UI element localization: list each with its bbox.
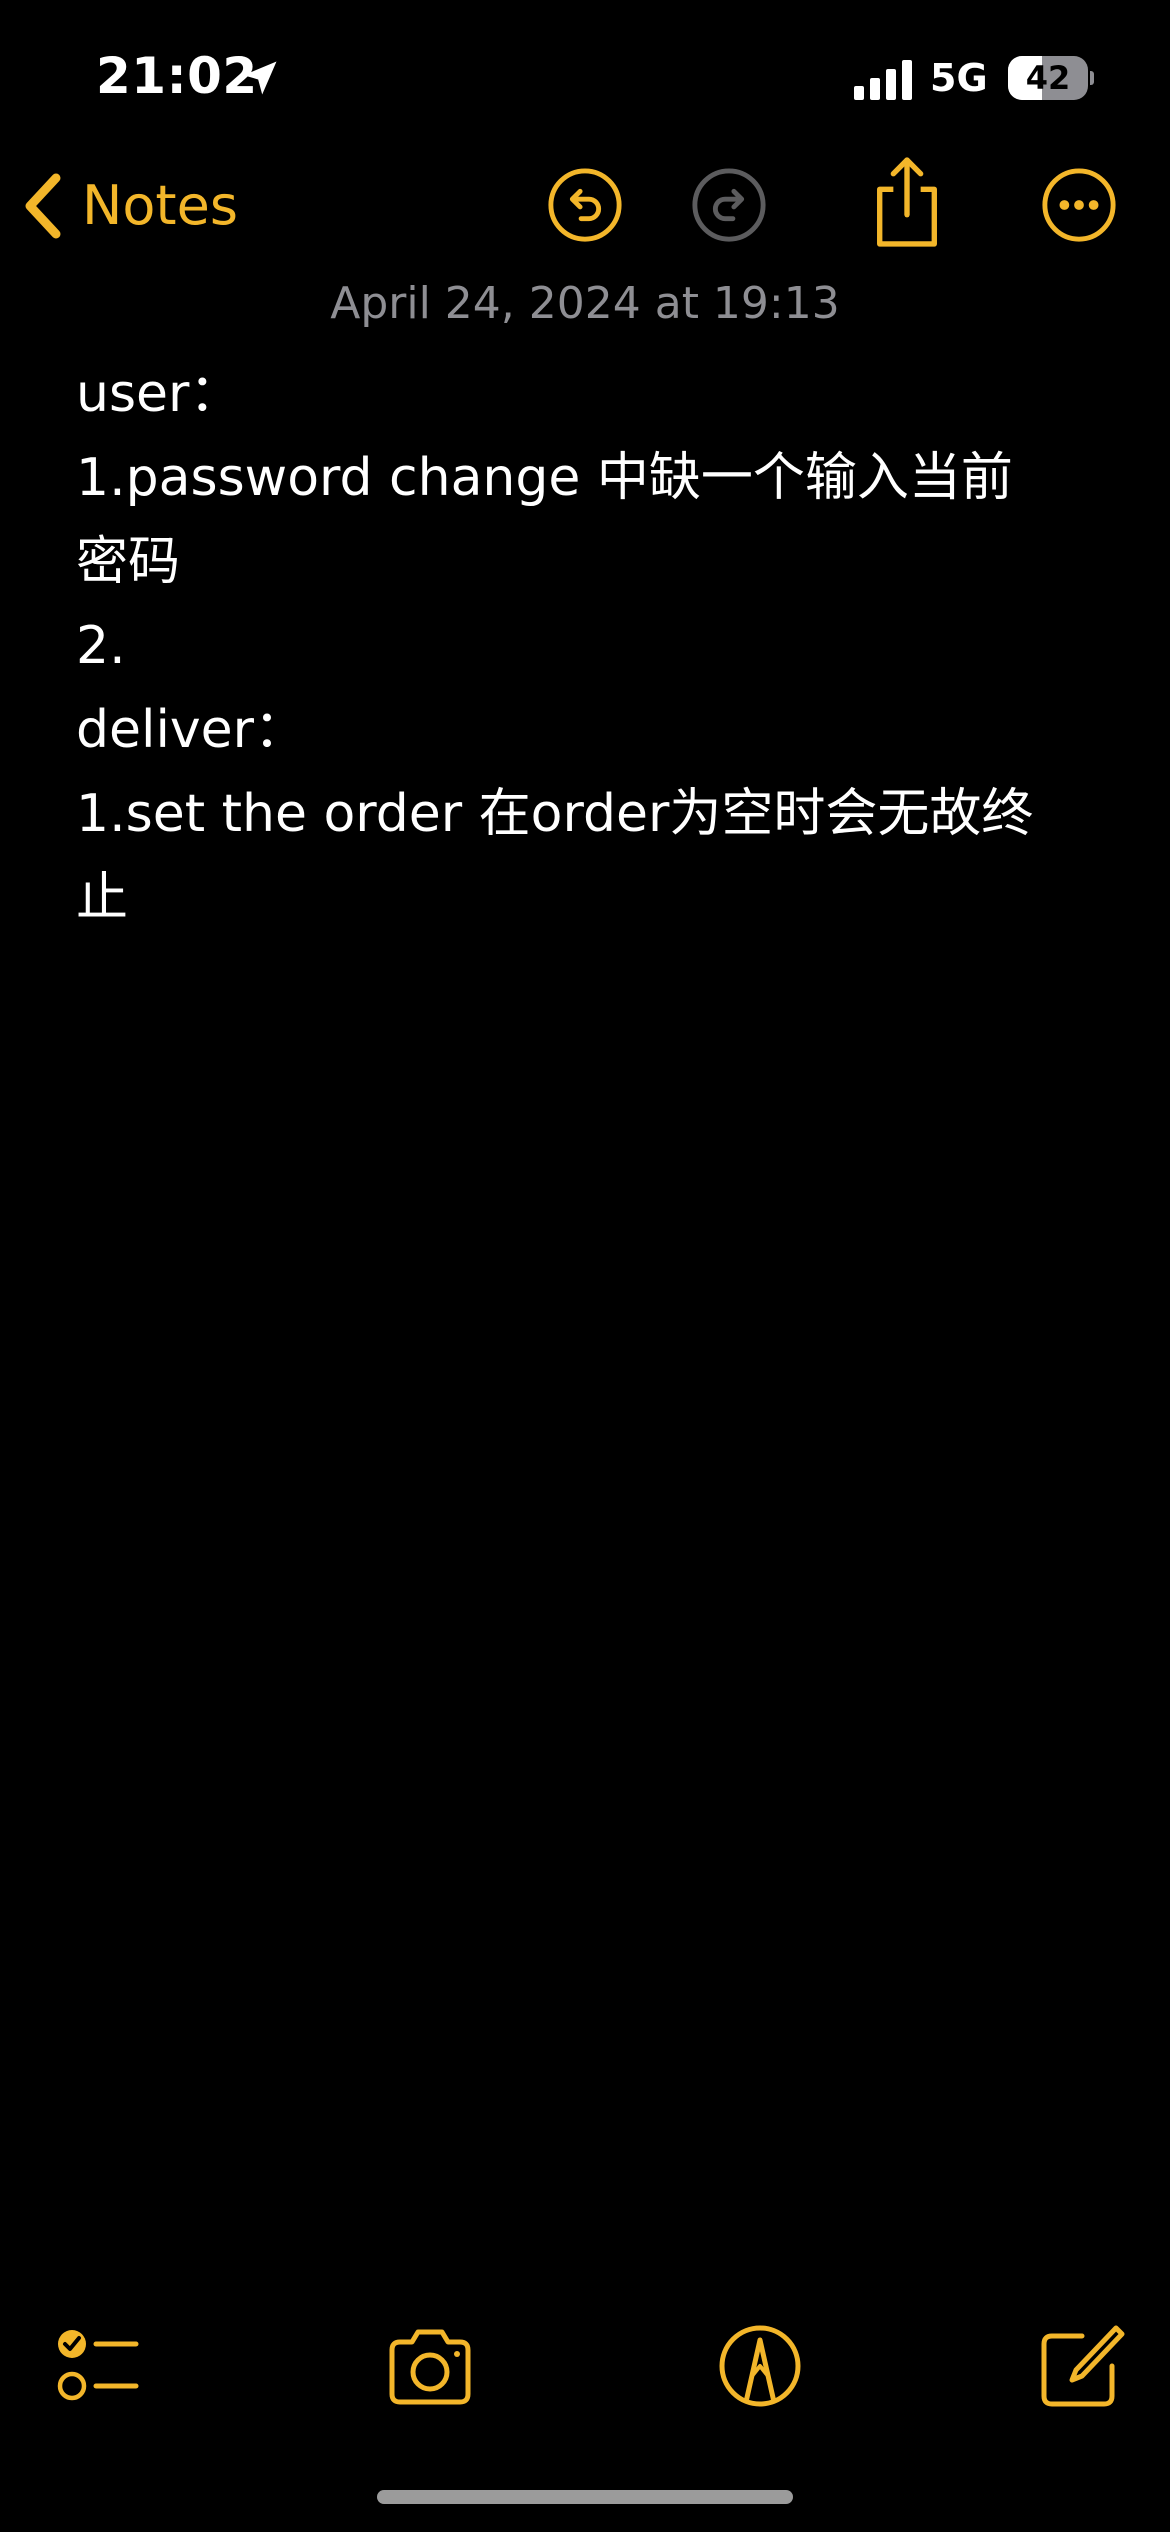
network-type: 5G — [930, 56, 988, 100]
note-line[interactable]: user： — [76, 352, 1096, 436]
chevron-left-icon — [25, 173, 61, 239]
note-line[interactable]: 1.password change 中缺一个输入当前 — [76, 436, 1096, 520]
status-time: 21:02 — [96, 47, 258, 105]
compose-icon[interactable] — [1032, 2318, 1128, 2414]
more-icon[interactable] — [1040, 166, 1118, 244]
note-date: April 24, 2024 at 19:13 — [330, 278, 840, 329]
checklist-icon[interactable] — [52, 2318, 148, 2414]
home-indicator[interactable] — [377, 2490, 793, 2504]
battery-percent: 42 — [1025, 59, 1071, 97]
location-arrow-icon — [243, 61, 277, 95]
note-body[interactable]: user： 1.password change 中缺一个输入当前 密码 2. d… — [76, 352, 1096, 940]
back-button[interactable]: Notes — [20, 162, 238, 250]
share-icon[interactable] — [868, 154, 946, 250]
redo-icon[interactable] — [690, 166, 768, 244]
markup-icon[interactable] — [712, 2318, 808, 2414]
note-line[interactable]: 止 — [76, 856, 1096, 940]
cellular-signal-icon — [854, 60, 912, 100]
battery-icon: 42 — [1008, 56, 1094, 100]
note-line[interactable]: 密码 — [76, 520, 1096, 604]
note-line[interactable]: 2. — [76, 604, 1096, 688]
undo-icon[interactable] — [546, 166, 624, 244]
note-line[interactable]: deliver： — [76, 688, 1096, 772]
back-button-label: Notes — [82, 174, 238, 237]
camera-icon[interactable] — [382, 2318, 478, 2414]
note-line[interactable]: 1.set the order 在order为空时会无故终 — [76, 772, 1096, 856]
